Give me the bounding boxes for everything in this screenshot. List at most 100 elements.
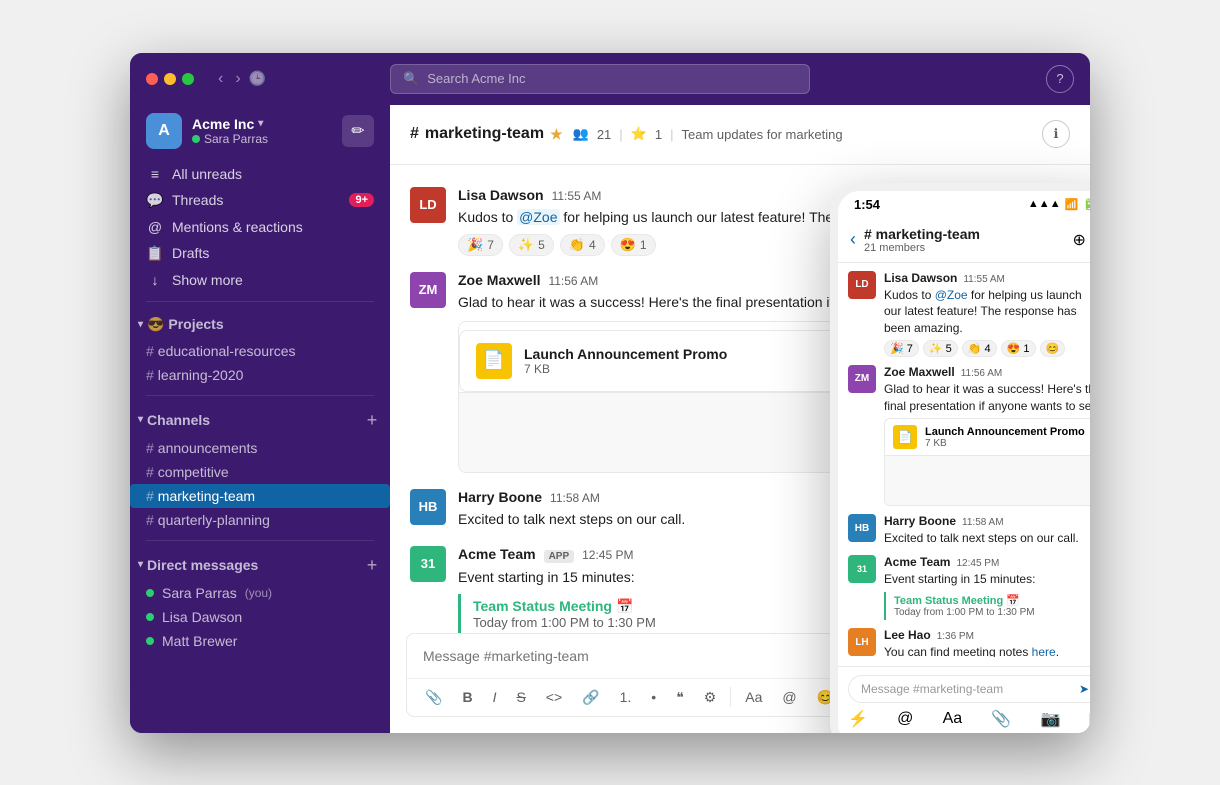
mobile-text-icon[interactable]: Aa <box>943 710 963 728</box>
avatar: HB <box>410 489 446 525</box>
mobile-header-actions: ⊕ ℹ <box>1073 230 1090 250</box>
reaction[interactable]: ✨5 <box>509 234 554 256</box>
channels-toggle-icon: ▾ <box>138 414 143 425</box>
channel-item-learning-2020[interactable]: # learning-2020 <box>130 363 390 387</box>
dm-item-lisa-dawson[interactable]: Lisa Dawson <box>130 605 390 629</box>
mobile-header: ‹ # marketing-team 21 members ⊕ ℹ <box>838 218 1090 263</box>
mobile-time: 11:58 AM <box>962 517 1004 528</box>
mobile-message: HB Harry Boone 11:58 AM Excited to talk … <box>848 514 1090 547</box>
mobile-time: 11:56 AM <box>961 368 1003 379</box>
channel-item-announcements[interactable]: # announcements <box>130 436 390 460</box>
info-button[interactable]: ℹ <box>1042 120 1070 148</box>
mobile-send-icon[interactable]: ➤ <box>1079 682 1089 696</box>
sidebar-item-all-unreads[interactable]: ≡ All unreads <box>138 161 382 187</box>
message-sender: Harry Boone <box>458 489 542 505</box>
block-quote-button[interactable]: ❝ <box>670 685 690 710</box>
bullet-list-button[interactable]: • <box>645 685 662 709</box>
battery-icon: 🔋 <box>1082 198 1090 211</box>
history-button[interactable]: 🕒 <box>249 68 266 90</box>
channels-section-header[interactable]: ▾ Channels + <box>130 404 390 436</box>
online-status-icon <box>192 135 200 143</box>
mobile-input-box[interactable]: Message #marketing-team ➤ <box>848 675 1090 703</box>
code-button[interactable]: <> <box>540 685 568 709</box>
mobile-link[interactable]: here <box>1032 645 1056 656</box>
mobile-event-title[interactable]: Team Status Meeting 📅 <box>894 594 1090 607</box>
maximize-button[interactable] <box>182 73 194 85</box>
channel-item-marketing-team[interactable]: # marketing-team <box>130 484 390 508</box>
add-channel-button[interactable]: + <box>362 410 382 430</box>
mobile-message: LH Lee Hao 1:36 PM You can find meeting … <box>848 628 1090 656</box>
mobile-reaction[interactable]: 😊 <box>1040 340 1066 357</box>
mobile-attach-icon[interactable]: 📎 <box>991 709 1011 729</box>
forward-button[interactable]: › <box>231 68 244 90</box>
sidebar-item-drafts[interactable]: 📋 Drafts <box>138 240 382 267</box>
member-count-icon: 👥 <box>573 126 589 142</box>
mobile-search-button[interactable]: ⊕ <box>1073 230 1086 250</box>
mobile-lightning-icon[interactable]: ⚡ <box>848 709 868 729</box>
channel-item-educational-resources[interactable]: # educational-resources <box>130 339 390 363</box>
dm-section-header[interactable]: ▾ Direct messages + <box>130 549 390 581</box>
close-button[interactable] <box>146 73 158 85</box>
mobile-time: 1:36 PM <box>937 631 974 642</box>
sidebar-item-threads[interactable]: 💬 Threads 9+ <box>138 187 382 214</box>
sidebar-divider-2 <box>146 395 374 396</box>
online-dot-icon <box>146 637 154 645</box>
compose-button[interactable]: ✏ <box>342 115 374 147</box>
mobile-message-content: Zoe Maxwell 11:56 AM Glad to hear it was… <box>884 365 1090 507</box>
channel-item-competitive[interactable]: # competitive <box>130 460 390 484</box>
reaction[interactable]: 👏4 <box>560 234 605 256</box>
show-more-icon: ↓ <box>146 272 164 288</box>
mobile-reaction[interactable]: 👏 4 <box>962 340 997 357</box>
mobile-back-button[interactable]: ‹ <box>850 229 856 250</box>
header-actions: ℹ <box>1042 120 1070 148</box>
mobile-signals: ▲▲▲ 📶 🔋 <box>1028 198 1090 211</box>
ordered-list-button[interactable]: 1. <box>614 685 638 709</box>
mobile-camera-icon[interactable]: 📷 <box>1041 709 1061 729</box>
mobile-input-placeholder: Message #marketing-team <box>861 682 1003 696</box>
mobile-file-icon: 📄 <box>893 425 917 449</box>
toolbar-separator <box>730 687 731 707</box>
link-button[interactable]: 🔗 <box>576 685 605 710</box>
message-time: 11:55 AM <box>552 189 602 203</box>
mobile-message-text: You can find meeting notes here. <box>884 644 1090 656</box>
add-dm-button[interactable]: + <box>362 555 382 575</box>
mobile-message-header: Zoe Maxwell 11:56 AM <box>884 365 1090 379</box>
help-button[interactable]: ? <box>1046 65 1074 93</box>
strikethrough-button[interactable]: S <box>510 685 531 709</box>
mobile-message-header: Lisa Dawson 11:55 AM <box>884 271 1090 285</box>
sidebar-divider-1 <box>146 301 374 302</box>
workspace-name[interactable]: Acme Inc ▾ <box>192 116 332 132</box>
app-badge: APP <box>544 550 575 563</box>
dm-item-matt-brewer[interactable]: Matt Brewer <box>130 629 390 653</box>
projects-section-header[interactable]: ▾ 😎 Projects <box>130 310 390 339</box>
dm-item-sara-parras[interactable]: Sara Parras (you) <box>130 581 390 605</box>
font-size-button[interactable]: Aa <box>739 685 768 709</box>
italic-button[interactable]: I <box>487 685 503 709</box>
mobile-mention-icon[interactable]: @ <box>897 710 913 728</box>
file-attachment[interactable]: 📄 Launch Announcement Promo 7 KB <box>459 330 877 392</box>
file-size: 7 KB <box>524 362 727 376</box>
mobile-reaction[interactable]: ✨ 5 <box>923 340 958 357</box>
mobile-member-count: 21 members <box>864 242 1065 254</box>
reaction[interactable]: 😍1 <box>611 234 656 256</box>
minimize-button[interactable] <box>164 73 176 85</box>
mobile-phone-overlay: 1:54 ▲▲▲ 📶 🔋 ‹ # marketing-team 21 membe… <box>830 183 1090 733</box>
threads-icon: 💬 <box>146 192 164 209</box>
channel-item-quarterly-planning[interactable]: # quarterly-planning <box>130 508 390 532</box>
bold-button[interactable]: B <box>456 685 478 709</box>
mobile-sender: Harry Boone <box>884 514 956 528</box>
sidebar-item-mentions[interactable]: @ Mentions & reactions <box>138 214 382 240</box>
sidebar-item-show-more[interactable]: ↓ Show more <box>138 267 382 293</box>
mobile-reaction[interactable]: 😍 1 <box>1001 340 1036 357</box>
mention-button[interactable]: @ <box>776 685 802 709</box>
mobile-reaction[interactable]: 🎉 7 <box>884 340 919 357</box>
mobile-time: 1:54 <box>854 197 880 212</box>
workflow-button[interactable]: ⚙ <box>698 685 723 710</box>
app-avatar: 31 <box>410 546 446 582</box>
mobile-file-name: Launch Announcement Promo <box>925 426 1085 438</box>
reaction[interactable]: 🎉7 <box>458 234 503 256</box>
mobile-reactions: 🎉 7 ✨ 5 👏 4 😍 1 😊 <box>884 340 1090 357</box>
search-bar[interactable]: 🔍 Search Acme Inc <box>390 64 810 94</box>
attachment-button[interactable]: 📎 <box>419 685 448 710</box>
back-button[interactable]: ‹ <box>214 68 227 90</box>
